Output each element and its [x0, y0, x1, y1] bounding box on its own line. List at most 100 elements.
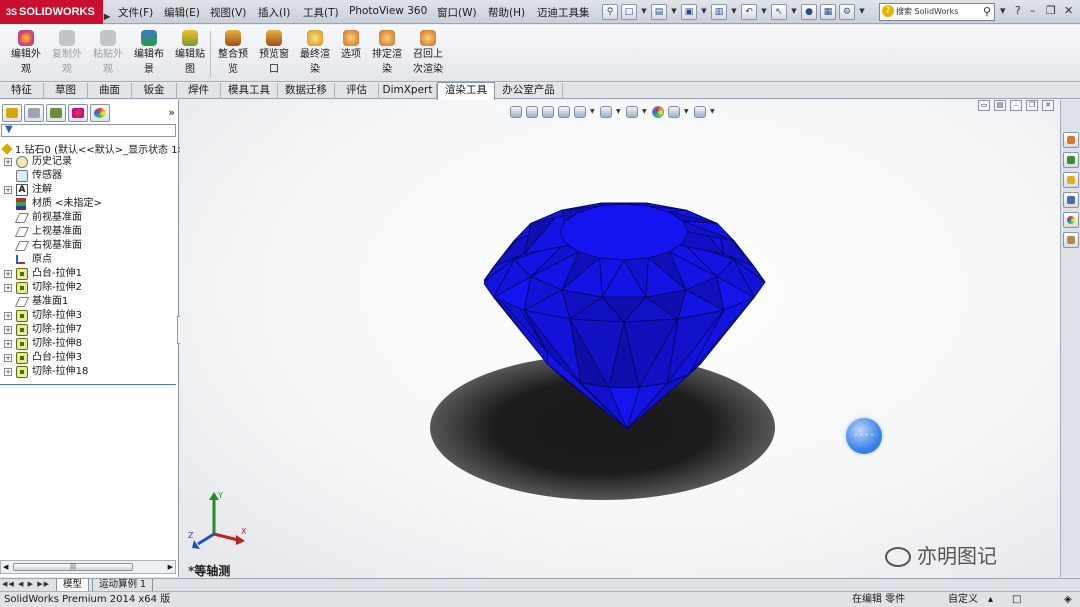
menu-insert[interactable]: 插入(I) — [258, 5, 290, 20]
viewport-tile-icon[interactable]: ▤ — [994, 100, 1006, 111]
preview-window-button[interactable]: 预览窗口 — [254, 30, 294, 77]
appearances-scenes-tab[interactable] — [1063, 212, 1079, 228]
expand-icon[interactable]: + — [4, 186, 12, 194]
search-icon[interactable]: ⚲ — [983, 4, 991, 20]
tab-data-migration[interactable]: 数据迁移 — [278, 83, 335, 99]
view-palette-tab[interactable] — [1063, 192, 1079, 208]
expand-icon[interactable]: + — [4, 354, 12, 362]
recall-last-render-button[interactable]: 召回上 次渲染 — [408, 30, 448, 77]
open-folder-icon[interactable]: ▤ — [651, 4, 667, 20]
undo-icon[interactable]: ↶ — [741, 4, 757, 20]
pin-icon[interactable]: ⚲ — [602, 4, 618, 20]
expand-icon[interactable]: + — [4, 270, 12, 278]
custom-properties-tab[interactable] — [1063, 232, 1079, 248]
chevron-down-icon[interactable]: ▼ — [730, 4, 738, 20]
tab-sketch[interactable]: 草图 — [44, 83, 88, 99]
zoom-to-fit-icon[interactable] — [510, 106, 522, 118]
menu-tools[interactable]: 工具(T) — [303, 5, 339, 20]
new-document-icon[interactable]: □ — [621, 4, 637, 20]
chevron-down-icon[interactable]: ▼ — [760, 4, 768, 20]
edit-scene-button[interactable]: 编辑布景 — [129, 30, 169, 77]
scrollbar-thumb[interactable]: ||| — [13, 563, 133, 571]
edit-appearance-icon[interactable] — [652, 106, 664, 118]
expand-icon[interactable]: + — [4, 326, 12, 334]
tab-office-products[interactable]: 办公室产品 — [495, 83, 563, 99]
options-gear-icon[interactable]: ⚙ — [839, 4, 855, 20]
expand-icon[interactable]: + — [4, 284, 12, 292]
tree-horizontal-scrollbar[interactable]: ◀ ||| ▶ — [0, 560, 176, 574]
design-library-tab[interactable] — [1063, 152, 1079, 168]
viewport-minimize-icon[interactable]: – — [1010, 100, 1022, 111]
chevron-down-icon[interactable]: ▼ — [616, 106, 622, 118]
scroll-left-icon[interactable]: ◀ — [3, 561, 8, 573]
tab-features[interactable]: 特征 — [0, 83, 44, 99]
previous-view-icon[interactable] — [542, 106, 554, 118]
tab-weldments[interactable]: 焊件 — [177, 83, 221, 99]
viewport-close-icon[interactable]: ✕ — [1042, 100, 1054, 111]
diamond-model[interactable] — [484, 196, 770, 432]
help-icon[interactable]: ? — [1015, 4, 1021, 17]
hide-show-items-icon[interactable] — [626, 106, 638, 118]
units-dropdown-icon[interactable]: ▴ — [988, 592, 993, 607]
chevron-down-icon[interactable]: ▼ — [640, 4, 648, 20]
search-input[interactable]: ? 搜索 SolidWorks ⚲ — [879, 3, 995, 21]
chevron-down-icon[interactable]: ▼ — [700, 4, 708, 20]
viewport-split-icon[interactable]: ▭ — [978, 100, 990, 111]
chevron-down-icon[interactable]: ▼ — [858, 4, 866, 20]
file-explorer-tab[interactable] — [1063, 172, 1079, 188]
chevron-down-icon[interactable]: ▼ — [642, 106, 648, 118]
status-units[interactable]: 自定义 — [948, 592, 978, 607]
menu-window[interactable]: 窗口(W) — [437, 5, 477, 20]
tab-dimxpert[interactable]: DimXpert — [379, 83, 437, 99]
edit-decal-button[interactable]: 编辑贴图 — [170, 30, 210, 77]
display-style-icon[interactable] — [600, 106, 612, 118]
search-dropdown-icon[interactable]: ▾ — [1000, 4, 1006, 17]
paste-appearance-button[interactable]: 粘贴外观 — [88, 30, 128, 77]
apply-scene-icon[interactable] — [668, 106, 680, 118]
copy-appearance-button[interactable]: 复制外观 — [47, 30, 87, 77]
zoom-to-area-icon[interactable] — [526, 106, 538, 118]
integrated-preview-button[interactable]: 整合预览 — [213, 30, 253, 77]
menu-maidi-tools[interactable]: 迈迪工具集 — [537, 5, 590, 20]
viewport-restore-icon[interactable]: ❐ — [1026, 100, 1038, 111]
expand-icon[interactable]: + — [4, 158, 12, 166]
select-pointer-icon[interactable]: ↖ — [771, 4, 787, 20]
dimxpert-manager-tab[interactable] — [68, 104, 88, 122]
expand-icon[interactable]: + — [4, 368, 12, 376]
print-icon[interactable]: ▥ — [711, 4, 727, 20]
display-manager-tab[interactable] — [90, 104, 110, 122]
solidworks-resources-tab[interactable] — [1063, 132, 1079, 148]
tab-sheet-metal[interactable]: 钣金 — [132, 83, 177, 99]
schedule-render-button[interactable]: 排定渲染 — [367, 30, 407, 77]
expand-icon[interactable]: + — [4, 312, 12, 320]
property-manager-tab[interactable] — [24, 104, 44, 122]
scroll-right-icon[interactable]: ▶ — [168, 561, 173, 573]
configuration-manager-tab[interactable] — [46, 104, 66, 122]
chevron-down-icon[interactable]: ▼ — [710, 106, 716, 118]
graphics-viewport[interactable]: ▼ ▼ ▼ ▼ ▼ ▭ ▤ – ❐ ✕ Y X Z *等轴测 - - - - 亦… — [180, 100, 1060, 577]
restore-icon[interactable]: ❐ — [1046, 4, 1056, 17]
tab-navigation-arrows-icon[interactable]: ◀◀ ◀ ▶ ▶▶ — [2, 580, 50, 588]
chevron-down-icon[interactable]: ▼ — [590, 106, 596, 118]
menu-help[interactable]: 帮助(H) — [488, 5, 525, 20]
chevron-down-icon[interactable]: ▼ — [684, 106, 690, 118]
rebuild-status-icon[interactable]: ◈ — [1064, 592, 1072, 607]
menu-edit[interactable]: 编辑(E) — [164, 5, 200, 20]
file-properties-icon[interactable]: ▦ — [820, 4, 836, 20]
panel-expand-icon[interactable]: » — [168, 106, 175, 119]
tab-mold-tools[interactable]: 模具工具 — [221, 83, 278, 99]
tab-surfaces[interactable]: 曲面 — [88, 83, 132, 99]
chevron-down-icon[interactable]: ▼ — [670, 4, 678, 20]
tab-evaluate[interactable]: 评估 — [335, 83, 379, 99]
feature-manager-tab[interactable] — [2, 104, 22, 122]
rebuild-icon[interactable]: ● — [801, 4, 817, 20]
save-icon[interactable]: ▣ — [681, 4, 697, 20]
solidworks-logo[interactable]: 3S SOLIDWORKS ▸ — [0, 0, 110, 24]
tree-root-part[interactable]: 1.钻石0 (默认<<默认>_显示状态 1> — [1, 141, 186, 156]
render-options-button[interactable]: 选项 — [331, 30, 371, 62]
menu-file[interactable]: 文件(F) — [118, 5, 153, 20]
menu-photoview[interactable]: PhotoView 360 — [349, 5, 427, 17]
section-view-icon[interactable] — [558, 106, 570, 118]
minimize-icon[interactable]: – — [1030, 4, 1036, 17]
expand-icon[interactable]: + — [4, 340, 12, 348]
